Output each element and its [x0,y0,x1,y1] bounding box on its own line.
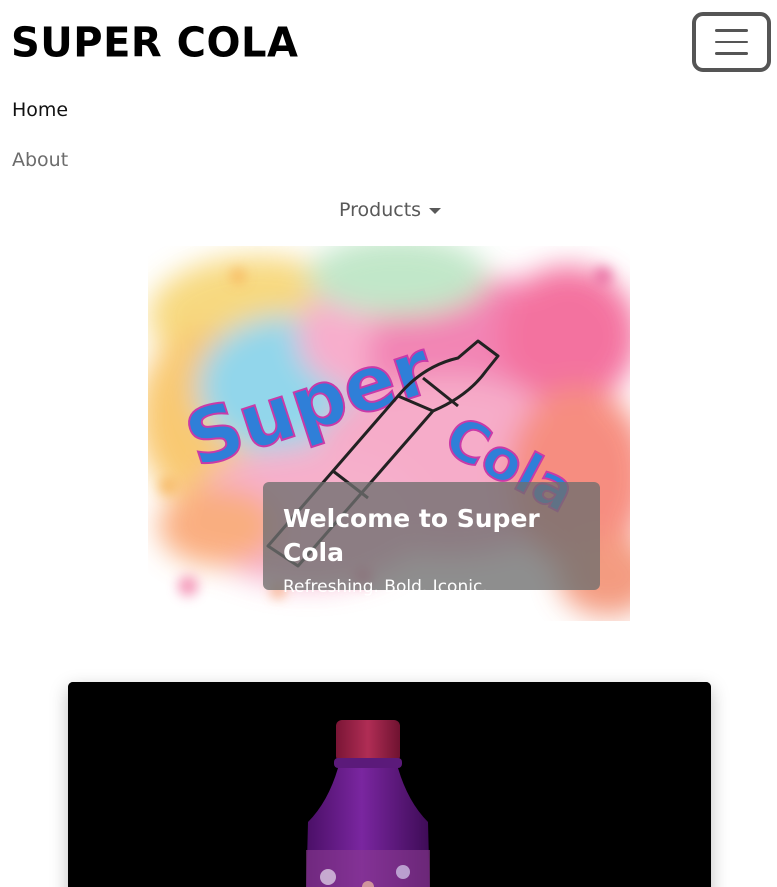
carousel-caption: Welcome to Super Cola Refreshing. Bold. … [263,482,600,597]
bottle-cap [336,720,400,762]
nav-link-about[interactable]: About [12,149,68,171]
hamburger-menu-icon-bar [715,40,748,44]
hero-title: Welcome to Super Cola [283,504,540,567]
hamburger-menu-icon-bar [715,52,748,55]
bottle-image [68,682,711,887]
nav-link-home[interactable]: Home [12,99,68,121]
hero-subtitle: Refreshing. Bold. Iconic. [283,577,488,597]
brand-logo[interactable]: Super Cola [11,18,298,69]
hamburger-menu-icon [715,29,748,32]
nav-products-label: Products [339,199,422,221]
nav-dropdown-products[interactable]: Products [339,199,442,221]
caret-down-icon [429,208,442,214]
product-card[interactable] [68,682,711,887]
navbar-toggler-button[interactable] [692,12,771,72]
